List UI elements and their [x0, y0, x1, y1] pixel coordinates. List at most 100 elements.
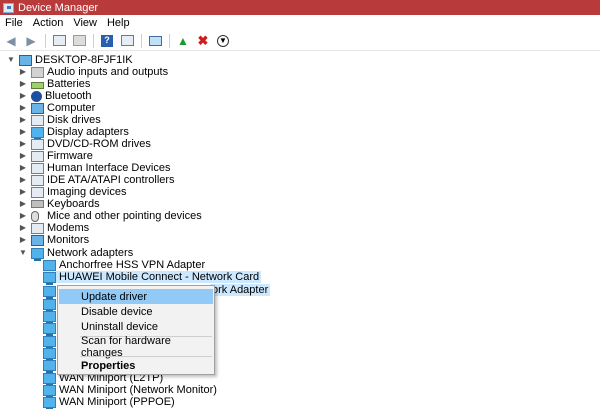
expand-icon[interactable]: ▶ [19, 68, 27, 76]
menu-file[interactable]: File [0, 17, 28, 29]
expand-icon[interactable]: ▶ [19, 128, 27, 136]
update-driver-button[interactable]: ▼ [215, 33, 231, 49]
menu-item-update-driver[interactable]: Update driver [59, 289, 213, 304]
menu-action[interactable]: Action [28, 17, 69, 29]
tree-item-bluetooth[interactable]: ▶ Bluetooth [19, 90, 92, 102]
expand-icon[interactable]: ▶ [19, 116, 27, 124]
tree-item-anchorfree[interactable]: Anchorfree HSS VPN Adapter [43, 259, 206, 273]
tree-item-label: Imaging devices [47, 186, 127, 198]
menu-view[interactable]: View [68, 17, 102, 29]
tree-item-huawei[interactable]: HUAWEI Mobile Connect - Network Card [43, 271, 262, 285]
tree-item-batteries[interactable]: ▶ Batteries [19, 78, 91, 90]
menu-item-scan-hardware[interactable]: Scan for hardware changes [59, 335, 213, 359]
camera-icon [31, 186, 44, 198]
tree-item-ide[interactable]: ▶ IDE ATA/ATAPI controllers [19, 174, 175, 186]
properties-icon [52, 35, 66, 46]
forward-icon: ▶ [26, 33, 36, 48]
network-adapter-icon [43, 359, 56, 373]
back-icon: ◀ [6, 33, 16, 48]
expand-icon[interactable]: ▶ [19, 164, 27, 172]
properties-button[interactable] [51, 33, 67, 49]
view-button[interactable] [119, 33, 135, 49]
menu-help[interactable]: Help [102, 17, 135, 29]
expand-icon[interactable]: ▶ [19, 140, 27, 148]
tree-item-imaging[interactable]: ▶ Imaging devices [19, 186, 127, 198]
menu-item-disable-device[interactable]: Disable device [59, 304, 213, 319]
back-button[interactable]: ◀ [3, 33, 19, 49]
computer-icon [19, 54, 32, 66]
scan-hardware-icon [148, 35, 162, 46]
expand-icon[interactable]: ▶ [19, 212, 27, 220]
forward-button[interactable]: ▶ [23, 33, 39, 49]
tree-item-label: WAN Miniport (PPPOE) [59, 396, 175, 408]
help-button[interactable]: ? [99, 33, 115, 49]
expand-icon[interactable]: ▶ [19, 200, 27, 208]
tree-item-audio[interactable]: ▶ Audio inputs and outputs [19, 66, 168, 78]
tree-item-label: HUAWEI Mobile Connect - Network Card [59, 271, 260, 283]
toolbar-separator [169, 33, 170, 48]
expand-icon[interactable]: ▶ [19, 80, 27, 88]
mouse-icon [31, 210, 39, 222]
toolbar-separator [45, 33, 46, 48]
title-bar[interactable]: Device Manager [0, 0, 600, 15]
monitor-icon [31, 234, 44, 246]
scan-hardware-button[interactable] [147, 33, 163, 49]
tree-item-label: Monitors [47, 234, 90, 246]
menu-separator [80, 356, 212, 357]
tree-item-keyboards[interactable]: ▶ Keyboards [19, 198, 100, 210]
tree-item-monitors[interactable]: ▶ Monitors [19, 234, 89, 246]
tree-item-wan-network-monitor[interactable]: WAN Miniport (Network Monitor) [43, 384, 217, 398]
window-title: Device Manager [18, 1, 99, 14]
network-adapter-icon [43, 384, 56, 398]
menu-item-uninstall-device[interactable]: Uninstall device [59, 319, 213, 334]
expand-icon[interactable]: ▶ [19, 152, 27, 160]
tree-item-firmware[interactable]: ▶ Firmware [19, 150, 93, 162]
add-driver-button[interactable]: ▲ [175, 33, 191, 49]
tree-item-network-adapters[interactable]: ▼ Network adapters [19, 247, 134, 261]
network-adapter-icon [43, 310, 56, 324]
toolbar-separator [93, 33, 94, 48]
tree-item-label: Disk drives [47, 114, 101, 126]
menu-item-properties[interactable]: Properties [59, 358, 213, 373]
tree-root[interactable]: ▼ DESKTOP-8FJF1IK [7, 54, 133, 66]
ide-controller-icon [31, 174, 44, 186]
view-icon [120, 35, 134, 46]
toolbar: ◀ ▶ ? ▲ ✖ ▼ [0, 31, 600, 50]
expand-icon[interactable]: ▶ [19, 224, 27, 232]
menu-bar: File Action View Help [0, 15, 600, 31]
expand-icon[interactable]: ▶ [19, 236, 27, 244]
computer-icon [31, 102, 44, 114]
tree-item-modems[interactable]: ▶ Modems [19, 222, 89, 234]
tree-item-dvd-drives[interactable]: ▶ DVD/CD-ROM drives [19, 138, 151, 150]
toolbar-separator [141, 33, 142, 48]
speaker-icon [31, 66, 44, 78]
tree-item-display-adapters[interactable]: ▶ Display adapters [19, 126, 129, 140]
update-driver-icon: ▼ [217, 34, 229, 47]
tree-item-label: Keyboards [47, 198, 100, 210]
tree-item-computer[interactable]: ▶ Computer [19, 102, 95, 114]
uninstall-button[interactable]: ✖ [195, 33, 211, 49]
disk-drive-icon [31, 114, 44, 126]
expand-icon[interactable]: ▶ [19, 176, 27, 184]
tree-item-mice[interactable]: ▶ Mice and other pointing devices [19, 210, 202, 222]
modem-icon [31, 222, 44, 234]
hid-icon [31, 162, 44, 174]
tree-item-label: Anchorfree HSS VPN Adapter [59, 259, 206, 271]
network-adapter-icon [43, 396, 56, 409]
expand-icon[interactable]: ▶ [19, 104, 27, 112]
tree-item-hid[interactable]: ▶ Human Interface Devices [19, 162, 171, 174]
tree-item-label: Network adapters [47, 247, 134, 259]
show-hidden-button[interactable] [71, 33, 87, 49]
tree-item-wan-pppoe[interactable]: WAN Miniport (PPPOE) [43, 396, 175, 409]
tree-item-network-adapter-label[interactable]: ork Adapter [210, 284, 271, 296]
dvd-drive-icon [31, 138, 44, 150]
expand-icon[interactable]: ▶ [19, 92, 27, 100]
network-adapter-icon [43, 335, 56, 349]
collapse-icon[interactable]: ▼ [19, 249, 27, 257]
network-adapter-icon [43, 347, 56, 361]
uninstall-icon: ✖ [197, 33, 209, 48]
tree-item-disk-drives[interactable]: ▶ Disk drives [19, 114, 101, 126]
tree-item-label: Audio inputs and outputs [47, 66, 169, 78]
expand-icon[interactable]: ▶ [19, 188, 27, 196]
collapse-icon[interactable]: ▼ [7, 56, 15, 64]
